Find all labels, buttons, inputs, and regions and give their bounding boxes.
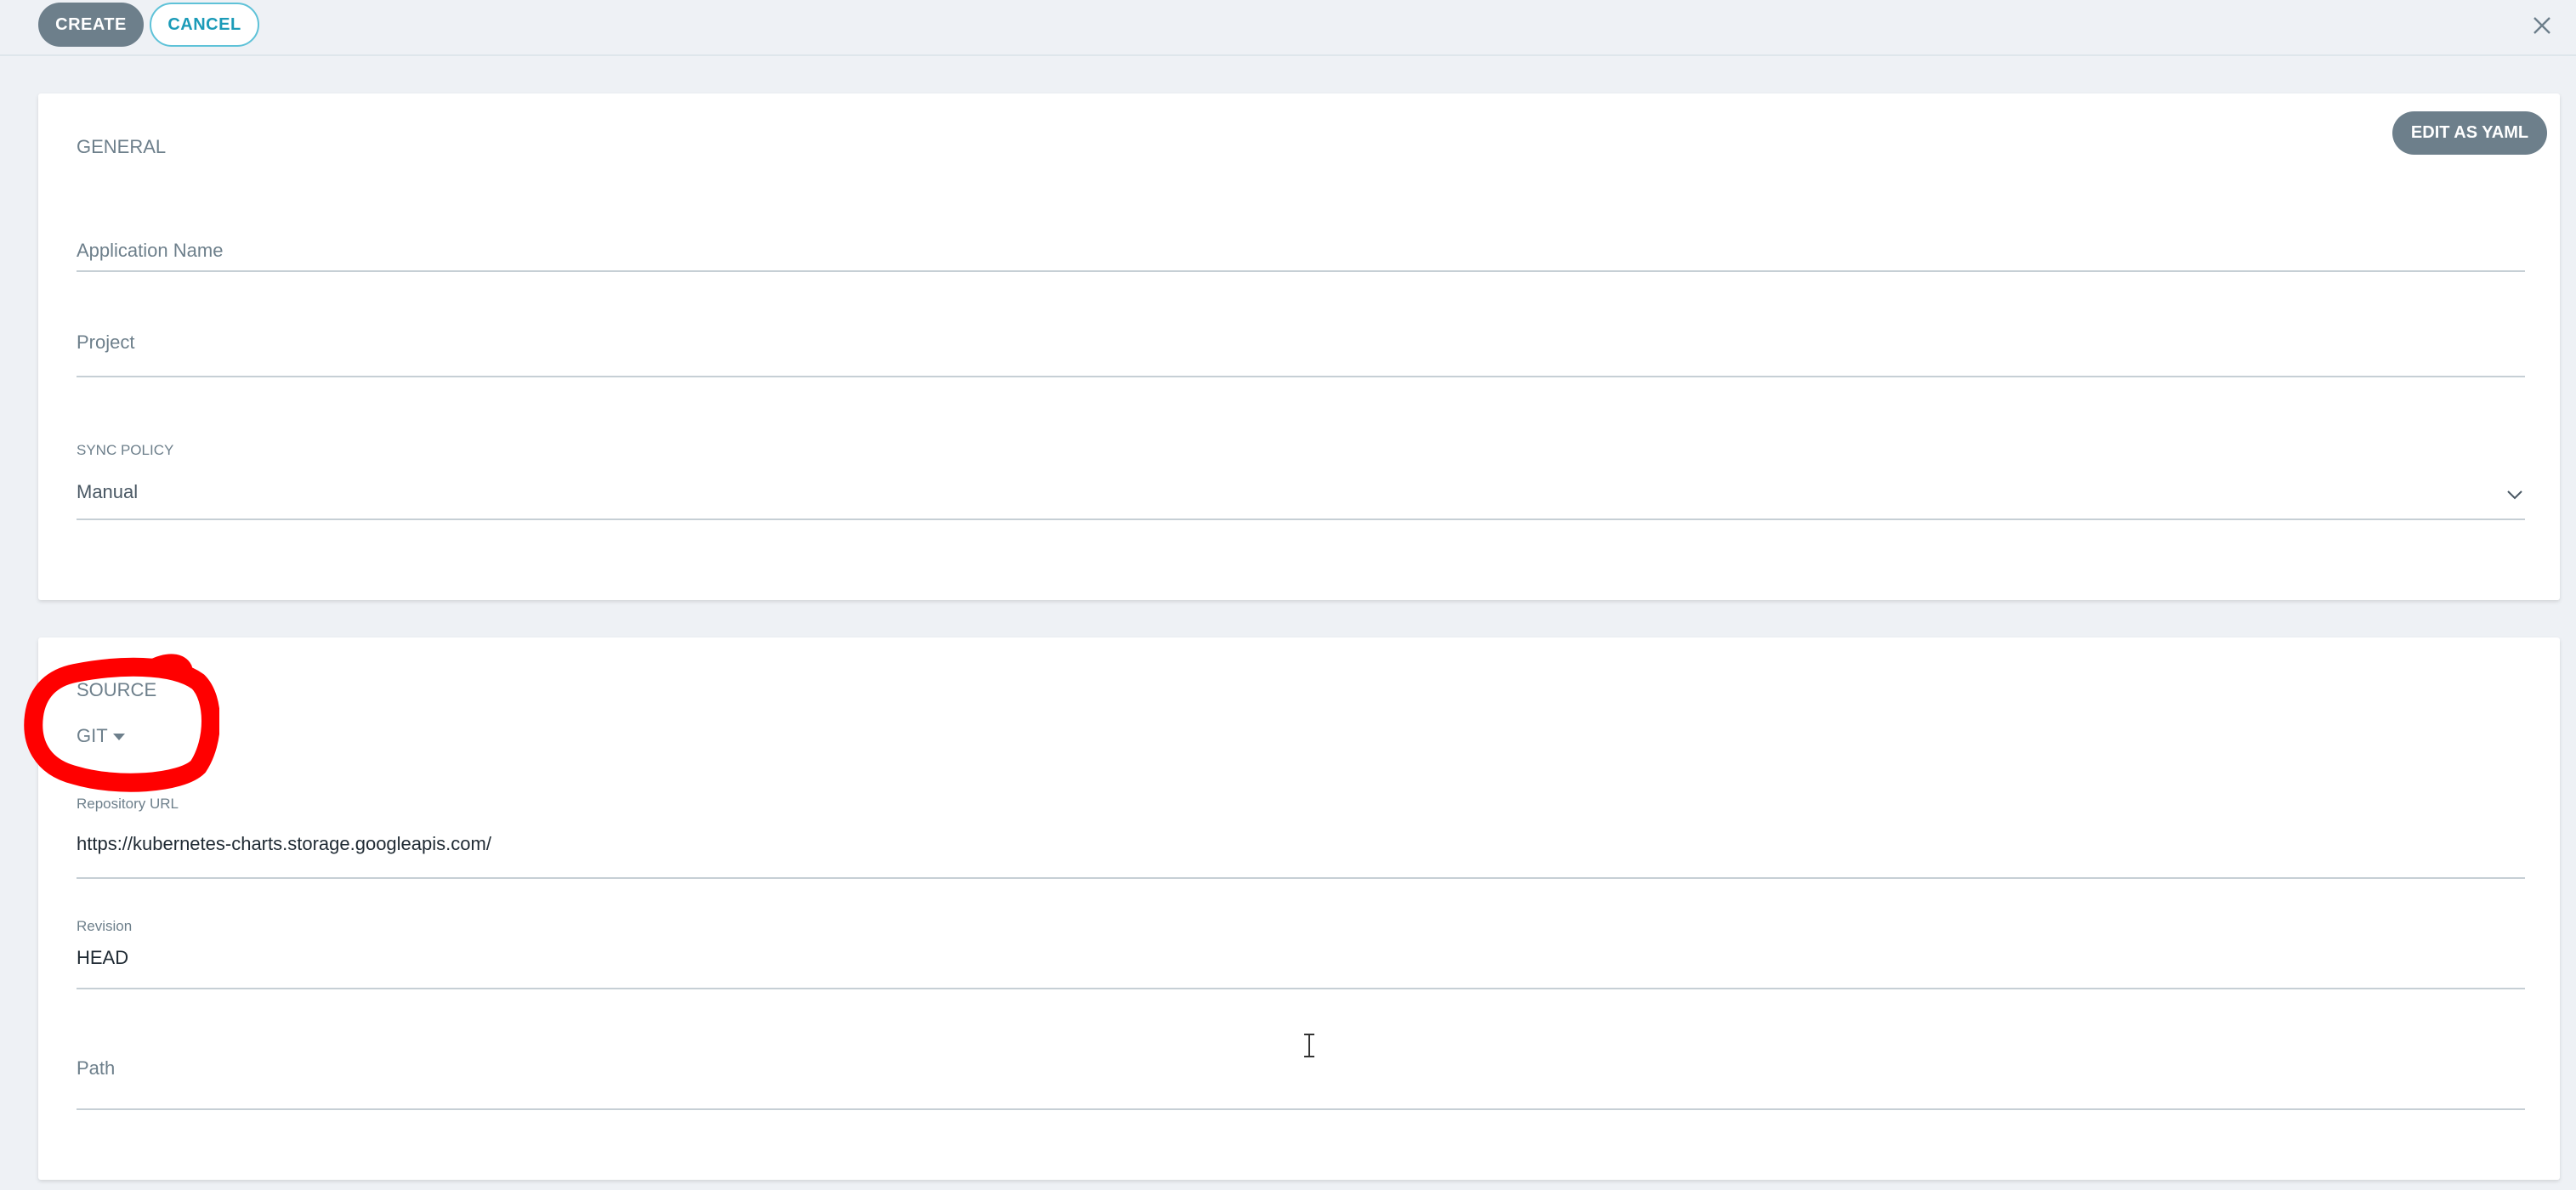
path-field[interactable]: Path (77, 1028, 2525, 1110)
repository-url-label: Repository URL (77, 796, 179, 812)
application-name-placeholder: Application Name (77, 240, 224, 261)
application-name-field[interactable]: Application Name (77, 221, 2525, 272)
create-button[interactable]: CREATE (38, 3, 144, 47)
revision-value: HEAD (77, 947, 129, 968)
general-panel: GENERAL EDIT AS YAML Application Name Pr… (38, 94, 2560, 600)
sync-policy-label: SYNC POLICY (77, 442, 174, 458)
project-placeholder: Project (77, 332, 135, 353)
source-type-dropdown[interactable]: GIT (77, 725, 125, 747)
cancel-button[interactable]: CANCEL (150, 3, 259, 47)
text-cursor-icon (1304, 1034, 1314, 1057)
top-toolbar: CREATE CANCEL (0, 0, 2576, 56)
caret-down-icon (112, 734, 125, 740)
revision-field[interactable]: Revision HEAD (77, 918, 2525, 989)
chevron-down-icon[interactable] (2505, 484, 2525, 505)
edit-as-yaml-button[interactable]: EDIT AS YAML (2392, 111, 2547, 155)
general-section-title: GENERAL (77, 136, 167, 157)
source-section-title: SOURCE (77, 679, 157, 700)
repository-url-field[interactable]: Repository URL https://kubernetes-charts… (77, 796, 2525, 879)
source-type-value: GIT (77, 725, 108, 746)
close-icon[interactable] (2529, 13, 2555, 38)
revision-label: Revision (77, 918, 133, 934)
sync-policy-value: Manual (77, 481, 139, 502)
repository-url-value: https://kubernetes-charts.storage.google… (77, 833, 491, 854)
sync-policy-select[interactable]: SYNC POLICY Manual (77, 434, 2525, 520)
source-panel: SOURCE GIT Repository URL https://kubern… (38, 638, 2560, 1180)
path-placeholder: Path (77, 1057, 116, 1079)
project-field[interactable]: Project (77, 306, 2525, 377)
